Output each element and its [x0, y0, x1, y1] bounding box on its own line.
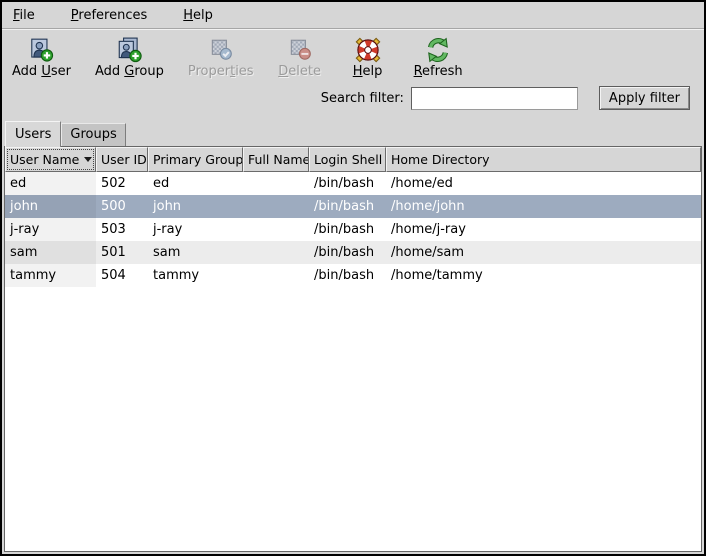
help-icon	[355, 37, 381, 63]
menu-bar: File Preferences Help	[2, 2, 704, 29]
refresh-icon	[425, 37, 451, 63]
help-button[interactable]: Help	[346, 37, 390, 79]
refresh-button[interactable]: Refresh	[414, 37, 463, 79]
delete-label: Delete	[278, 64, 321, 79]
properties-button: Properties	[188, 37, 254, 79]
search-filter-label: Search filter:	[321, 91, 404, 106]
add-user-label: Add User	[12, 64, 71, 79]
help-label: Help	[353, 64, 383, 79]
delete-button: Delete	[278, 37, 322, 79]
add-user-button[interactable]: Add User	[12, 37, 71, 79]
table-row[interactable]: tammy 504 tammy /bin/bash /home/tammy	[5, 264, 701, 287]
table-row[interactable]: ed 502 ed /bin/bash /home/ed	[5, 172, 701, 195]
column-header-home-directory[interactable]: Home Directory	[386, 147, 701, 172]
add-group-label: Add Group	[95, 64, 164, 79]
user-manager-window: File Preferences Help Add User	[0, 0, 706, 556]
column-header-primary-group[interactable]: Primary Group	[148, 147, 243, 172]
column-header-login-shell[interactable]: Login Shell	[309, 147, 386, 172]
column-header-user-name[interactable]: User Name	[5, 147, 96, 172]
table-row[interactable]: j-ray 503 j-ray /bin/bash /home/j-ray	[5, 218, 701, 241]
column-header-user-id[interactable]: User ID	[96, 147, 148, 172]
properties-label: Properties	[188, 64, 254, 79]
tab-users[interactable]: Users	[5, 121, 61, 147]
table-body: ed 502 ed /bin/bash /home/ed john 500 jo…	[5, 172, 701, 551]
users-table: User Name User ID Primary Group Full Nam…	[4, 146, 702, 552]
search-filter-row: Search filter: Apply filter	[2, 83, 704, 113]
table-header: User Name User ID Primary Group Full Nam…	[5, 147, 701, 172]
menu-file[interactable]: File	[8, 6, 40, 25]
toolbar: Add User Add Group	[2, 29, 704, 83]
sort-down-arrow-icon	[84, 157, 92, 162]
menu-help[interactable]: Help	[178, 6, 218, 25]
menu-preferences[interactable]: Preferences	[66, 6, 152, 25]
add-group-icon	[116, 37, 142, 63]
delete-icon	[287, 37, 313, 63]
tab-bar: Users Groups	[2, 113, 704, 146]
table-row[interactable]: sam 501 sam /bin/bash /home/sam	[5, 241, 701, 264]
properties-icon	[208, 37, 234, 63]
add-group-button[interactable]: Add Group	[95, 37, 164, 79]
refresh-label: Refresh	[414, 64, 463, 79]
apply-filter-button[interactable]: Apply filter	[599, 86, 690, 110]
column-header-full-name[interactable]: Full Name	[243, 147, 309, 172]
table-row[interactable]: john 500 john /bin/bash /home/john	[5, 195, 701, 218]
tab-groups[interactable]: Groups	[61, 123, 125, 146]
add-user-icon	[28, 37, 54, 63]
search-filter-input[interactable]	[411, 87, 578, 110]
